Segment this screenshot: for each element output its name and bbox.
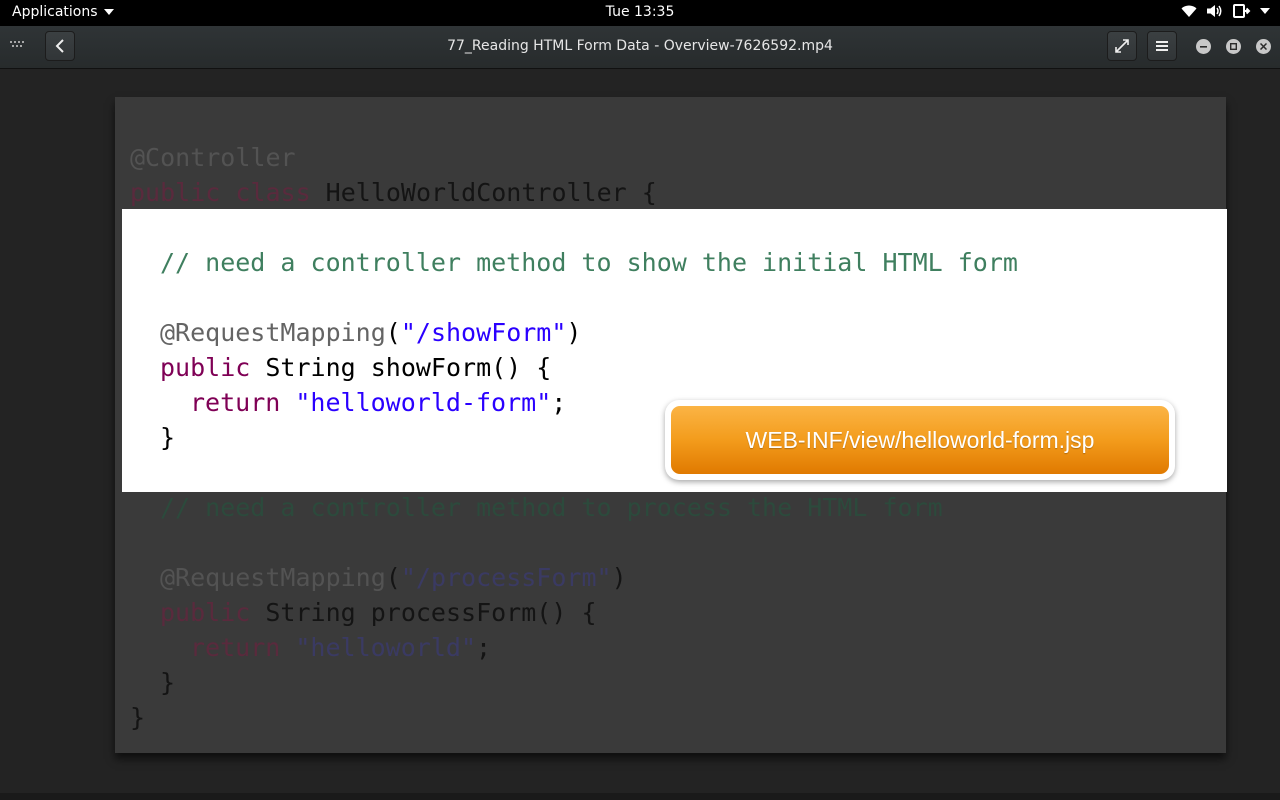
fullscreen-button[interactable] (1107, 31, 1137, 61)
back-button[interactable] (45, 31, 75, 61)
code-line-show-signature: public String showForm() { (160, 353, 552, 382)
code-line-process-signature: public String processForm() { (160, 598, 597, 627)
code-line-process-comment: // need a controller method to process t… (160, 493, 943, 522)
code-line-show-return: return "helloworld-form"; (190, 388, 567, 417)
system-tray[interactable] (1181, 3, 1270, 19)
chevron-down-icon (103, 9, 114, 15)
minimize-icon (1200, 46, 1207, 48)
chevron-down-icon (1260, 8, 1270, 14)
code-line-process-return: return "helloworld"; (190, 633, 492, 662)
menu-button[interactable] (1147, 31, 1177, 61)
clock[interactable]: Tue 13:35 (0, 4, 1280, 20)
window-title: 77_Reading HTML Form Data - Overview-762… (447, 38, 833, 54)
code-line-show-mapping: @RequestMapping("/showForm") (160, 318, 582, 347)
applications-label: Applications (12, 4, 98, 20)
fullscreen-icon (1115, 39, 1129, 53)
maximize-icon (1230, 43, 1237, 50)
drag-handle-icon[interactable] (9, 40, 25, 48)
code-line-show-comment: // need a controller method to show the … (160, 248, 1018, 277)
wifi-icon (1181, 5, 1197, 17)
back-icon (55, 39, 64, 53)
code-line-controller-annotation: @Controller (130, 143, 296, 172)
code-line-class-declaration: public class HelloWorldController { (130, 178, 657, 207)
code-line-process-mapping: @RequestMapping("/processForm") (160, 563, 627, 592)
code-line-process-close: } (160, 668, 176, 697)
close-button[interactable] (1256, 39, 1271, 54)
view-path-label: WEB-INF/view/helloworld-form.jsp (671, 406, 1169, 474)
system-top-bar: Applications Tue 13:35 (0, 0, 1280, 26)
close-icon (1260, 43, 1267, 50)
minimize-button[interactable] (1196, 39, 1211, 54)
menu-icon (1156, 41, 1168, 51)
window-header: 77_Reading HTML Form Data - Overview-762… (0, 26, 1280, 69)
volume-icon (1207, 5, 1222, 17)
applications-menu[interactable]: Applications (12, 4, 114, 20)
power-icon (1233, 4, 1251, 18)
code-line-show-close: } (160, 423, 176, 452)
view-path-callout: WEB-INF/view/helloworld-form.jsp (665, 400, 1175, 480)
code-line-class-close: } (130, 703, 146, 732)
maximize-button[interactable] (1226, 39, 1241, 54)
